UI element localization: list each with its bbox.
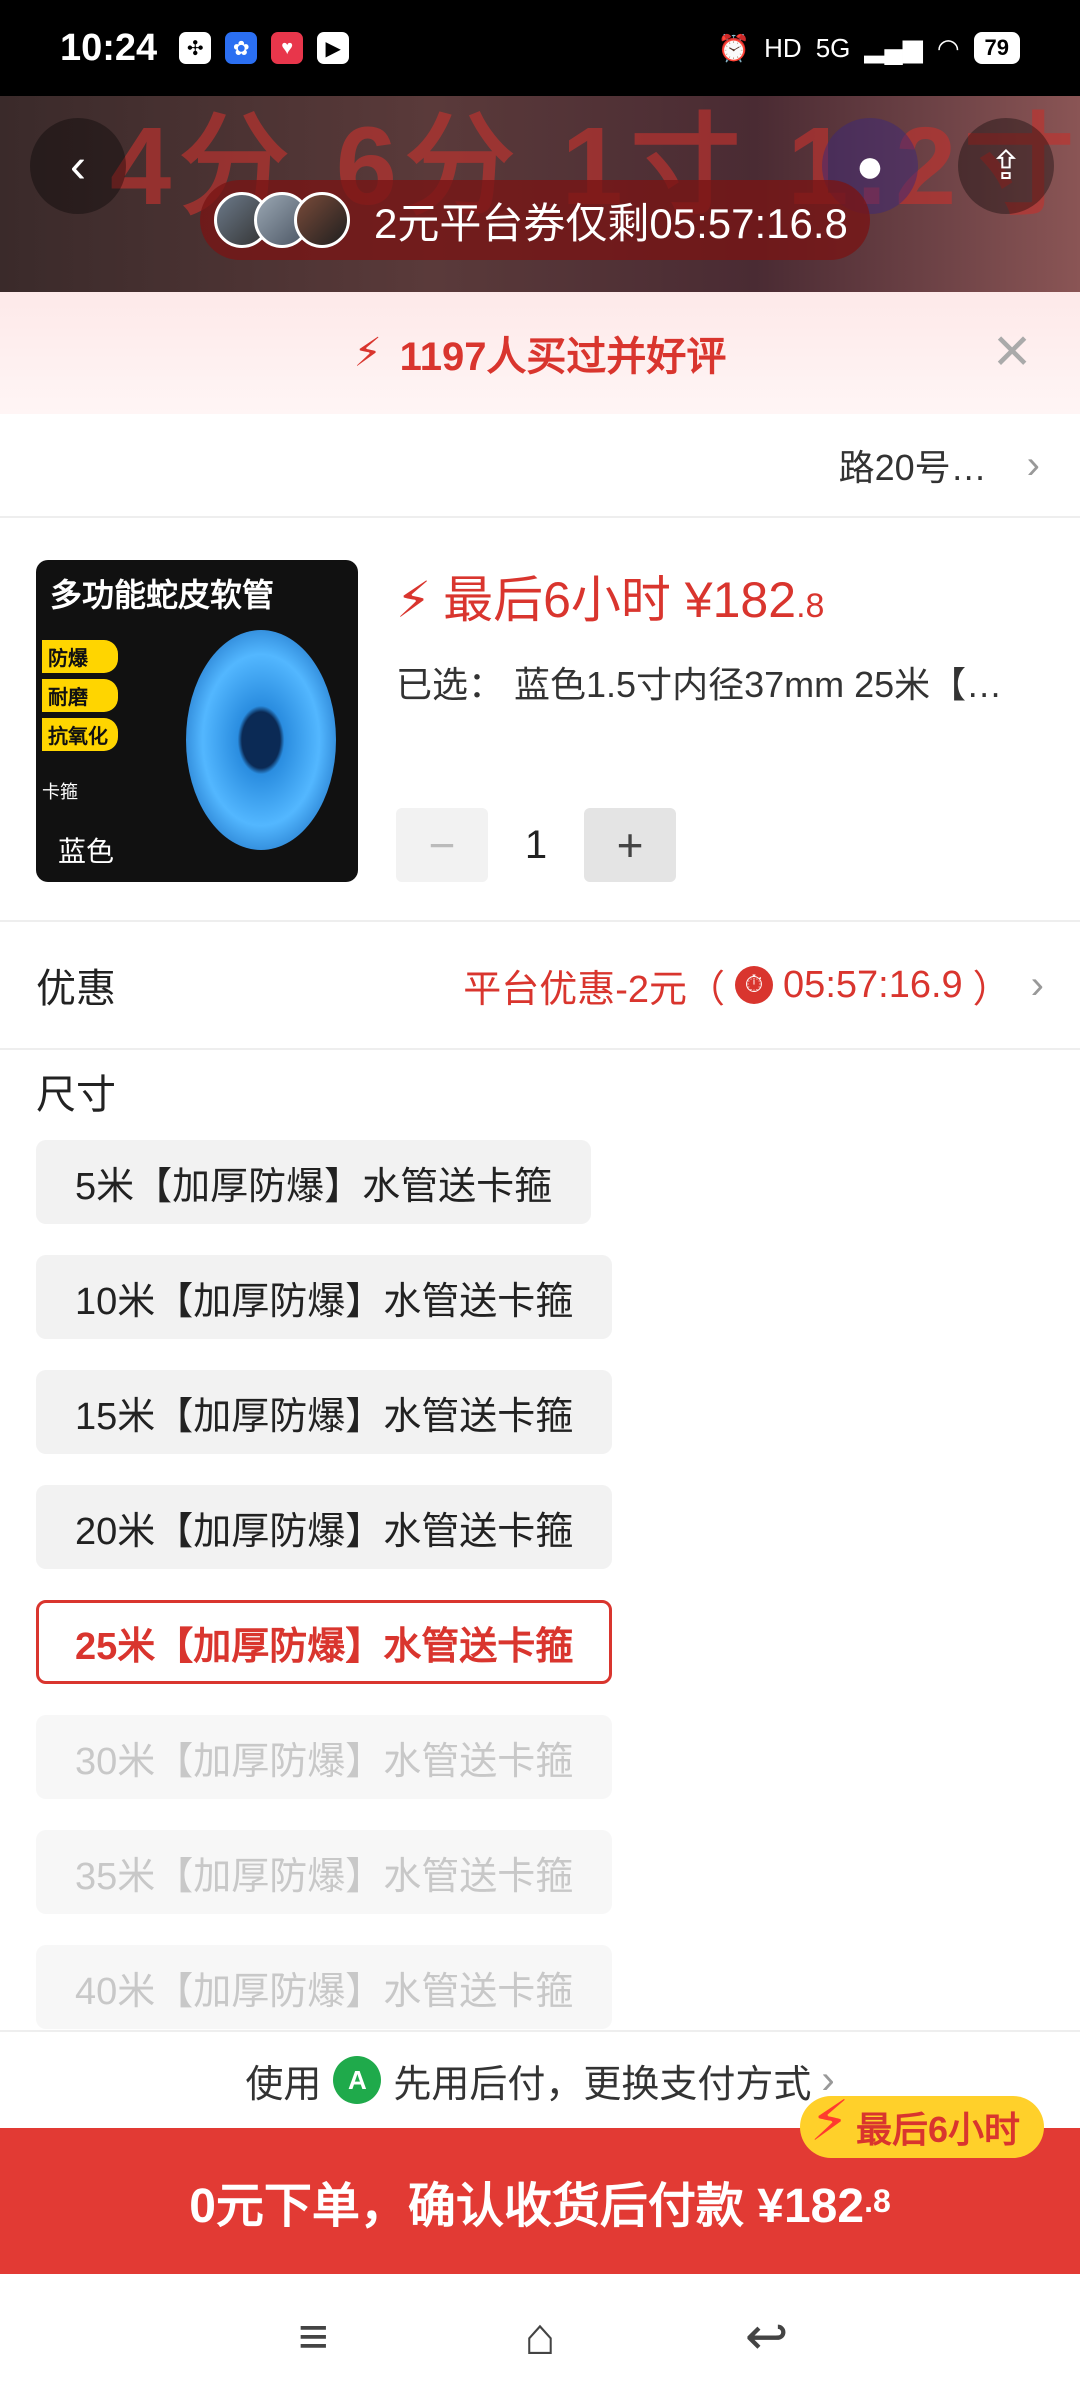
increase-button[interactable]: +	[584, 808, 676, 882]
play-app-icon: ▶	[317, 32, 350, 64]
address-row[interactable]: 路20号… ›	[0, 414, 1080, 518]
size-title: 尺寸	[36, 1073, 116, 1117]
price-main: 182	[712, 572, 797, 628]
size-option[interactable]: 10米【加厚防爆】水管送卡箍	[36, 1255, 613, 1339]
share-icon: ⇪	[989, 144, 1023, 188]
network-label: 5G	[815, 32, 851, 63]
product-summary: 多功能蛇皮软管 防爆 耐磨 抗氧化 卡箍 蓝色 ⚡ 最后6小时 ¥ 182 .8…	[36, 560, 1046, 882]
size-option[interactable]: 20米【加厚防爆】水管送卡箍	[36, 1485, 613, 1569]
status-right: ⏰ HD 5G ▂▄▆ ◠ 79	[718, 32, 1020, 64]
coupon-countdown[interactable]: 2元平台券仅剩05:57:16.8	[200, 180, 870, 260]
selected-value: 蓝色1.5寸内径37mm 25米【…	[514, 664, 1003, 705]
selected-label: 已选：	[396, 664, 505, 705]
size-option[interactable]: 5米【加厚防爆】水管送卡箍	[36, 1140, 592, 1224]
lightning-icon: ⚡	[353, 331, 382, 375]
sales-text: 1197人买过并好评	[399, 335, 727, 379]
share-button[interactable]: ⇪	[958, 118, 1054, 214]
sku-panel: ⚡ 1197人买过并好评 × 路20号… › 多功能蛇皮软管 防爆 耐磨 抗氧化…	[0, 292, 1080, 2032]
signal-icon: ▂▄▆	[864, 32, 923, 63]
promotion-value: 平台优惠-2元（ ⏱ 05:57:16.9 ）	[463, 958, 1010, 1013]
size-option-disabled: 40米【加厚防爆】水管送卡箍	[36, 1945, 613, 2029]
selected-spec: 已选： 蓝色1.5寸内径37mm 25米【…	[396, 656, 1046, 708]
promotion-text: 平台优惠-2元（	[463, 968, 726, 1011]
product-thumbnail[interactable]: 多功能蛇皮软管 防爆 耐磨 抗氧化 卡箍 蓝色	[36, 560, 358, 882]
size-option-disabled: 35米【加厚防爆】水管送卡箍	[36, 1830, 613, 1914]
size-option-selected[interactable]: 25米【加厚防爆】水管送卡箍	[36, 1600, 613, 1684]
payment-prefix: 使用	[245, 2063, 322, 2106]
product-price: ⚡ 最后6小时 ¥ 182 .8	[396, 560, 824, 632]
thumbnail-title: 多功能蛇皮软管	[50, 577, 275, 613]
place-order-button[interactable]: 0元下单，确认收货后付款 ¥182 .8 ⚡ 最后6小时	[0, 2089, 1080, 2274]
pay-later-icon: A	[333, 2056, 382, 2104]
coupon-text: 2元平台券仅剩05:57:16.8	[374, 199, 848, 247]
thumbnail-color-label: 蓝色	[58, 836, 115, 867]
wifi-icon: ◠	[936, 32, 960, 63]
promotion-label: 优惠	[36, 967, 116, 1011]
thumbnail-tags: 防爆 耐磨 抗氧化	[42, 640, 118, 751]
sales-strip: ⚡ 1197人买过并好评	[0, 292, 1080, 414]
product-banner: 4分 6分 1寸 1.2寸 ‹ ● ⇪ 2元平台券仅剩05:57:16.8	[0, 96, 1080, 292]
close-button[interactable]: ×	[984, 318, 1040, 382]
hose-image	[186, 630, 336, 850]
heart-app-icon: ♥	[271, 32, 304, 64]
buyer-avatars	[214, 192, 350, 248]
home-icon[interactable]: ⌂	[500, 2307, 580, 2367]
avatar	[294, 192, 350, 248]
paw-app-icon: ✿	[225, 32, 258, 64]
time-limit-badge: ⚡ 最后6小时	[799, 2089, 1044, 2158]
promotion-countdown: 05:57:16.9	[783, 963, 963, 1006]
hd-icon: HD	[764, 32, 802, 63]
notification-icons: ✣ ✿ ♥ ▶	[179, 32, 350, 64]
size-options: 5米【加厚防爆】水管送卡箍 10米【加厚防爆】水管送卡箍 15米【加厚防爆】水管…	[36, 1140, 736, 2060]
payment-text: 先用后付，更换支付方式	[393, 2063, 812, 2106]
address-text: 路20号…	[838, 447, 987, 488]
thumbnail-clamp-label: 卡箍	[42, 782, 78, 802]
promotion-row[interactable]: 优惠 平台优惠-2元（ ⏱ 05:57:16.9 ） ›	[0, 920, 1080, 1050]
size-option-disabled: 30米【加厚防爆】水管送卡箍	[36, 1715, 613, 1799]
promotion-close: ）	[972, 968, 1011, 1011]
back-button[interactable]: ‹	[30, 118, 126, 214]
alarm-clock-icon: ⏱	[735, 966, 774, 1004]
system-nav-bar: ≡ ⌂ ↩	[0, 2274, 1080, 2400]
thumbnail-tag: 抗氧化	[42, 718, 118, 751]
lightning-icon: ⚡	[809, 2089, 850, 2152]
battery-icon: 79	[973, 32, 1020, 64]
decrease-button[interactable]: −	[396, 808, 488, 882]
lightning-icon: ⚡	[396, 572, 432, 628]
thumbnail-tag: 耐磨	[42, 679, 118, 712]
status-bar: 10:24 ✣ ✿ ♥ ▶ ⏰ HD 5G ▂▄▆ ◠ 79	[0, 0, 1080, 96]
quantity-stepper: − 1 +	[396, 808, 676, 882]
chevron-right-icon: ›	[1030, 962, 1044, 1007]
badge-text: 最后6小时	[855, 2109, 1020, 2150]
price-prefix: 最后6小时 ¥	[443, 572, 713, 628]
fan-app-icon: ✣	[179, 32, 212, 64]
price-decimal: .8	[796, 587, 825, 625]
status-time: 10:24	[60, 26, 158, 69]
quantity-value[interactable]: 1	[488, 823, 584, 868]
cta-text: 0元下单，确认收货后付款 ¥182	[189, 2180, 865, 2233]
size-option[interactable]: 15米【加厚防爆】水管送卡箍	[36, 1370, 613, 1454]
menu-icon[interactable]: ≡	[273, 2307, 353, 2367]
close-icon: ×	[993, 314, 1031, 386]
back-arrow-icon: ‹	[70, 139, 86, 193]
sparkle-icon: ●	[855, 139, 885, 193]
cta-decimal: .8	[864, 2182, 891, 2219]
alarm-icon: ⏰	[717, 32, 751, 63]
chevron-right-icon: ›	[1026, 442, 1040, 487]
thumbnail-tag: 防爆	[42, 640, 118, 673]
back-icon[interactable]: ↩	[727, 2307, 807, 2367]
